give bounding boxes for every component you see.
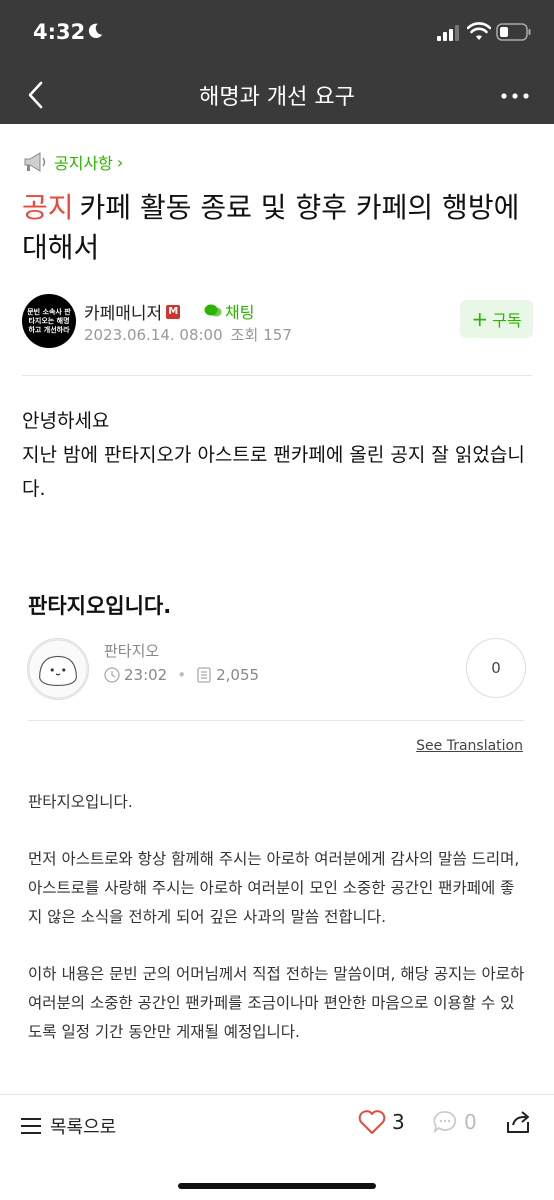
avatar-text: 문빈 소속사 판타지오는 해명하고 개선하라	[27, 307, 71, 334]
menu-list-icon	[21, 1118, 41, 1134]
chevron-right-icon: ›	[116, 152, 124, 172]
embed-time: 23:02	[124, 666, 168, 684]
post-body: 안녕하세요 지난 밤에 판타지오가 아스트로 팬카페에 올린 공지 잘 읽었습니…	[22, 404, 537, 506]
embed-paragraph: 이하 내용은 문빈 군의 어머님께서 직접 전하는 말씀이며, 해당 공지는 아…	[28, 965, 525, 1041]
home-indicator	[178, 1183, 376, 1189]
share-icon[interactable]	[504, 1108, 532, 1136]
embedded-notice-image[interactable]: 판타지오입니다. 판타지오 23:02 • 2,055 0 See Transl…	[0, 548, 554, 1094]
comment-button[interactable]: 0	[432, 1109, 477, 1135]
page-title: 해명과 개선 요구	[199, 85, 355, 110]
document-icon	[197, 667, 211, 683]
list-button[interactable]: 목록으로	[20, 1113, 116, 1139]
author-name-text: 카페매니저	[84, 304, 163, 324]
signal-icon	[437, 25, 459, 41]
embed-avatar	[27, 638, 89, 700]
subscribe-label: 구독	[492, 311, 522, 330]
status-time: 4:32	[33, 20, 86, 44]
comment-count: 0	[464, 1110, 477, 1134]
divider	[22, 375, 532, 376]
chat-icon	[204, 304, 222, 317]
top-bar: 4:32 해명과 개선 요구	[0, 0, 554, 124]
embed-title: 판타지오입니다.	[28, 594, 172, 618]
manager-badge: M	[166, 304, 181, 319]
body-line: 지난 밤에 판타지오가 아스트로 팬카페에 올린 공지 잘 읽었습니다.	[22, 444, 525, 500]
like-count: 3	[392, 1110, 405, 1134]
nav-bar: 해명과 개선 요구	[0, 66, 554, 124]
wifi-icon	[467, 22, 491, 40]
chat-button[interactable]: 채팅	[204, 299, 254, 323]
bottom-bar: 목록으로 3 0	[0, 1094, 554, 1200]
body-line: 안녕하세요	[22, 410, 110, 432]
views-label: 조회	[230, 326, 259, 344]
separator-dot: •	[177, 666, 187, 684]
more-icon[interactable]	[500, 92, 530, 100]
embed-divider	[28, 720, 524, 721]
post-title: 공지 카페 활동 종료 및 향후 카페의 행방에 대해서	[22, 188, 532, 268]
megaphone-icon	[24, 152, 46, 172]
embed-views: 2,055	[216, 666, 260, 684]
chat-label: 채팅	[225, 303, 255, 322]
clock-icon	[104, 667, 120, 683]
embed-paragraph: 판타지오입니다.	[28, 793, 133, 811]
see-translation-link[interactable]: See Translation	[416, 738, 523, 754]
author-avatar[interactable]: 문빈 소속사 판타지오는 해명하고 개선하라	[22, 294, 76, 348]
embed-author: 판타지오	[104, 642, 160, 660]
like-button[interactable]: 3	[358, 1109, 405, 1135]
battery-icon	[496, 23, 531, 41]
embed-body: 판타지오입니다. 먼저 아스트로와 항상 함께해 주시는 아로하 여러분에게 감…	[28, 788, 528, 1075]
status-bar: 4:32	[0, 0, 554, 66]
post-meta: 2023.06.14. 08:00 조회 157	[84, 324, 292, 345]
embed-meta: 23:02 • 2,055	[104, 666, 259, 684]
notice-tag: 공지	[22, 191, 74, 224]
embed-paragraph: 먼저 아스트로와 항상 함께해 주시는 아로하 여러분에게 감사의 말씀 드리며…	[28, 850, 520, 926]
comment-icon	[433, 1111, 457, 1134]
moon-icon	[88, 23, 103, 39]
views-count: 157	[263, 326, 292, 344]
post-date: 2023.06.14. 08:00	[84, 326, 223, 344]
subscribe-button[interactable]: + 구독	[460, 300, 533, 338]
post-title-text: 카페 활동 종료 및 향후 카페의 행방에 대해서	[22, 191, 520, 264]
heart-icon	[358, 1110, 386, 1134]
board-label: 공지사항	[54, 154, 113, 173]
plus-icon: +	[471, 307, 489, 331]
board-link[interactable]: 공지사항 ›	[22, 150, 123, 174]
author-name[interactable]: 카페매니저 M	[84, 299, 181, 324]
embed-like-count: 0	[466, 638, 526, 698]
list-label: 목록으로	[50, 1117, 117, 1138]
